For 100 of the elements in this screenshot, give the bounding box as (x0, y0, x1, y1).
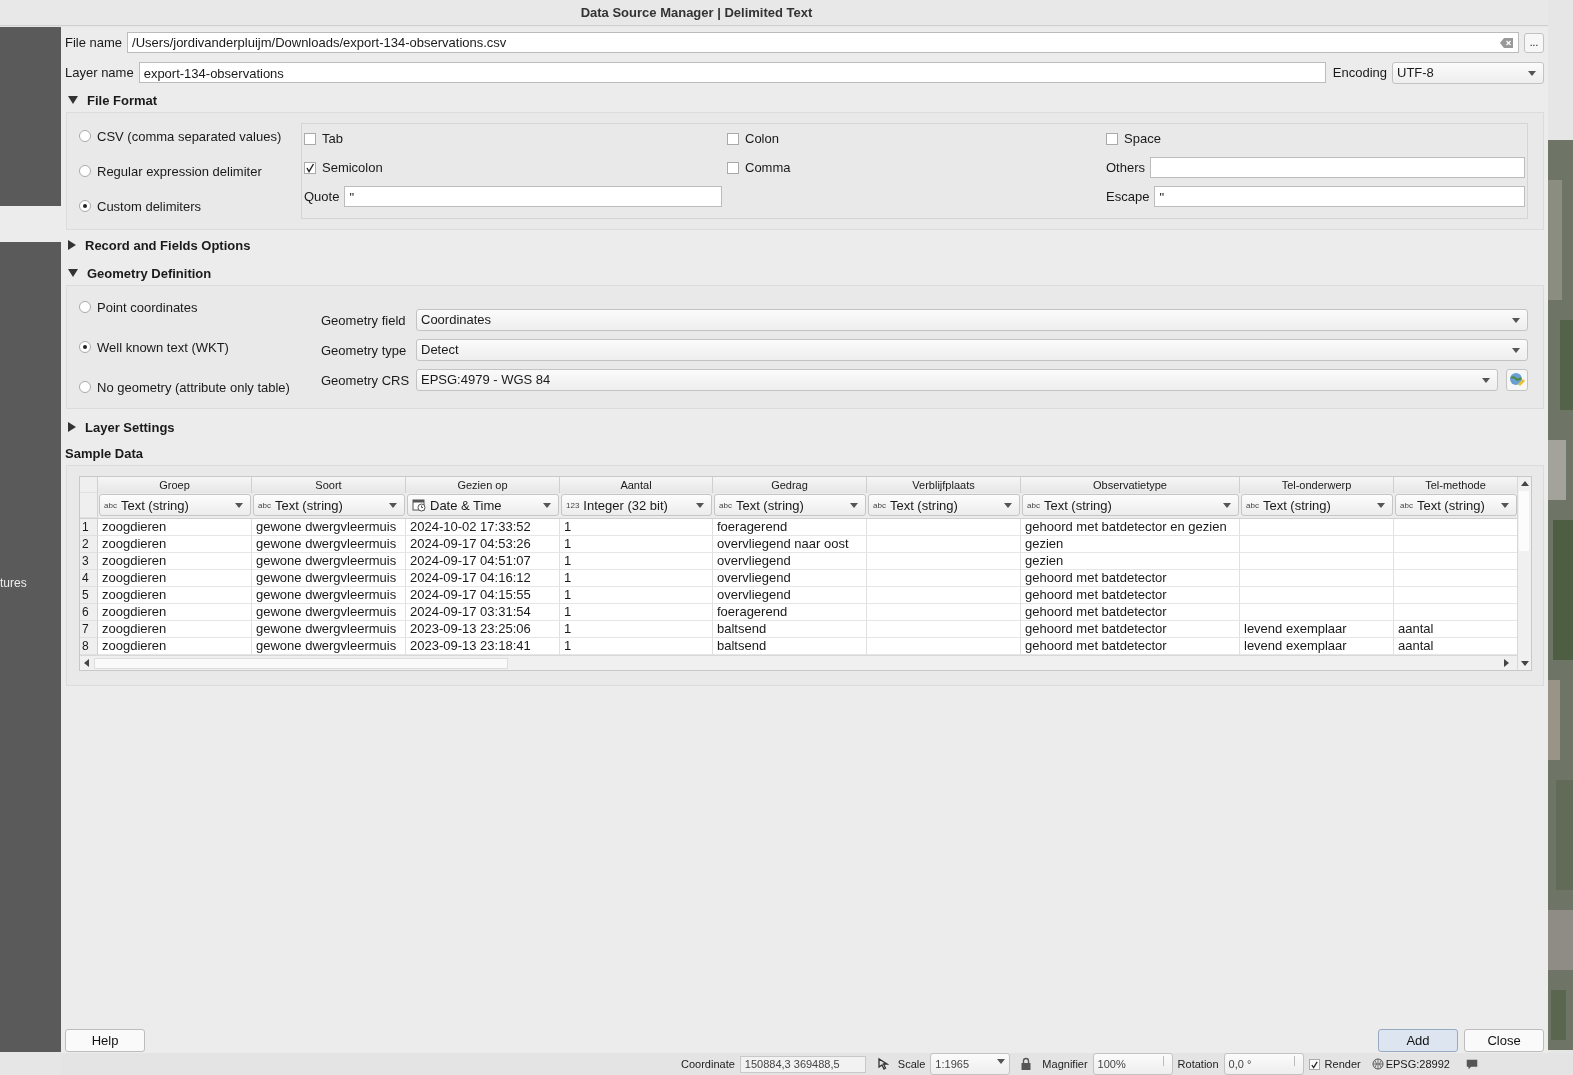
radio-button[interactable] (79, 130, 91, 142)
checkbox[interactable] (727, 132, 739, 145)
layer-settings-header[interactable]: Layer Settings (68, 418, 1544, 436)
scrollbar-thumb[interactable] (1519, 491, 1529, 551)
scroll-left-icon[interactable] (84, 659, 89, 667)
record-fields-header[interactable]: Record and Fields Options (68, 236, 1544, 254)
quote-field[interactable]: " (344, 186, 722, 207)
field-type-dropdown[interactable]: abc Text (string) (99, 494, 251, 516)
table-cell: 1 (560, 553, 713, 570)
field-type-dropdown[interactable]: abc Text (string) (868, 494, 1020, 516)
column-header[interactable]: Groep (98, 477, 252, 493)
table-cell: overvliegend (713, 553, 867, 570)
table-cell: levend exemplaar (1240, 621, 1394, 638)
type-icon: abc (1027, 500, 1040, 510)
column-header[interactable]: Gezien op (406, 477, 560, 493)
checkbox[interactable] (1106, 132, 1118, 145)
field-type-dropdown[interactable]: abc Text (string) (1241, 494, 1393, 516)
type-icon: abc (873, 500, 886, 510)
column-header[interactable]: Verblijfplaats (867, 477, 1021, 493)
help-button[interactable]: Help (65, 1028, 145, 1052)
type-icon: abc (258, 500, 271, 510)
encoding-dropdown[interactable]: UTF-8 (1392, 61, 1544, 84)
radio-button[interactable] (79, 381, 91, 393)
checkbox-label[interactable]: Comma (745, 160, 791, 175)
field-type-dropdown[interactable]: 123 Integer (32 bit) (561, 494, 712, 516)
radio-label[interactable]: No geometry (attribute only table) (97, 379, 290, 395)
geometry-field-dropdown[interactable]: Coordinates (416, 309, 1528, 331)
render-checkbox[interactable] (1308, 1058, 1320, 1070)
row-number: 6 (80, 604, 98, 621)
table-cell: gewone dwergvleermuis (252, 621, 406, 638)
coordinate-field[interactable]: 150884,3 369488,5 (739, 1055, 866, 1073)
checkbox-label[interactable]: Space (1124, 131, 1161, 146)
column-header[interactable]: Observatietype (1021, 477, 1240, 493)
scroll-right-icon[interactable] (1504, 659, 1509, 667)
column-header[interactable]: Gedrag (713, 477, 867, 493)
type-icon: abc (1400, 500, 1413, 510)
radio-button[interactable] (79, 165, 91, 177)
column-header[interactable]: Aantal (560, 477, 713, 493)
field-type-dropdown[interactable]: abc Text (string) (1395, 494, 1517, 516)
scale-field[interactable]: 1:1965 (930, 1053, 1011, 1075)
browse-button[interactable]: ... (1524, 32, 1544, 53)
table-cell: 2024-09-17 04:15:55 (406, 587, 560, 604)
field-type-dropdown[interactable]: abc Text (string) (714, 494, 866, 516)
coordinate-label: Coordinate (681, 1058, 735, 1070)
vertical-scrollbar[interactable] (1517, 477, 1531, 670)
layer-name-field[interactable]: export-134-observations (138, 62, 1326, 83)
geometry-type-dropdown[interactable]: Detect (416, 339, 1528, 361)
scroll-down-icon[interactable] (1520, 661, 1529, 666)
radio-button[interactable] (79, 200, 91, 212)
dialog-button[interactable]: Add (1378, 1028, 1458, 1052)
table-cell: gewone dwergvleermuis (252, 536, 406, 553)
radio-button[interactable] (79, 341, 91, 353)
row-number: 1 (80, 519, 98, 536)
scrollbar-thumb[interactable] (94, 658, 508, 669)
column-header[interactable]: Soort (252, 477, 406, 493)
checkbox[interactable] (304, 132, 316, 145)
window-title: Data Source Manager | Delimited Text (580, 5, 813, 20)
field-type-dropdown[interactable]: Date & Time (407, 494, 559, 516)
type-icon: abc (1246, 500, 1259, 510)
crs-button[interactable]: EPSG:28992 (1371, 1058, 1450, 1070)
magnifier-field[interactable]: 100% (1092, 1053, 1173, 1075)
file-format-header[interactable]: File Format (68, 91, 1544, 109)
radio-label[interactable]: Well known text (WKT) (97, 339, 229, 355)
column-header[interactable]: Tel-onderwerp (1240, 477, 1394, 493)
table-cell: 2023-09-13 23:25:06 (406, 621, 560, 638)
checkbox-label[interactable]: Colon (745, 131, 779, 146)
checkbox-label[interactable]: Semicolon (322, 160, 383, 175)
file-name-label: File name (65, 35, 123, 50)
radio-label[interactable]: Custom delimiters (97, 198, 202, 214)
table-cell: gehoord met batdetector en gezien (1021, 519, 1240, 536)
rotation-field[interactable]: 0,0 ° (1223, 1053, 1304, 1075)
field-type-dropdown[interactable]: abc Text (string) (1022, 494, 1239, 516)
crs-selector-button[interactable] (1506, 369, 1528, 391)
geometry-field-label: Geometry field (321, 312, 407, 328)
column-header[interactable]: Tel-methode (1394, 477, 1517, 493)
magnifier-label: Magnifier (1042, 1058, 1088, 1070)
escape-field[interactable]: " (1154, 186, 1525, 207)
checkbox-label[interactable]: Tab (322, 131, 343, 146)
table-cell: gezien (1021, 536, 1240, 553)
table-cell: overvliegend (713, 570, 867, 587)
message-icon[interactable] (1464, 1057, 1479, 1071)
radio-label[interactable]: Point coordinates (97, 299, 198, 315)
lock-icon[interactable] (1019, 1057, 1034, 1071)
file-name-field[interactable]: /Users/jordivanderpluijm/Downloads/export-134-observations.csv (127, 32, 1519, 53)
dialog-button[interactable]: Close (1464, 1028, 1544, 1052)
radio-label[interactable]: Regular expression delimiter (97, 163, 262, 179)
others-field[interactable] (1150, 157, 1525, 178)
radio-button[interactable] (79, 301, 91, 313)
horizontal-scrollbar[interactable] (80, 655, 1517, 670)
geometry-crs-dropdown[interactable]: EPSG:4979 - WGS 84 (416, 369, 1498, 391)
row-number: 3 (80, 553, 98, 570)
checkbox[interactable] (304, 161, 316, 174)
checkbox[interactable] (727, 161, 739, 174)
clear-icon[interactable] (1500, 37, 1514, 48)
table-cell: gehoord met batdetector (1021, 587, 1240, 604)
geometry-definition-header[interactable]: Geometry Definition (68, 264, 1544, 282)
scroll-up-icon[interactable] (1520, 481, 1529, 486)
escape-label: Escape (1106, 189, 1150, 204)
radio-label[interactable]: CSV (comma separated values) (97, 128, 282, 144)
field-type-dropdown[interactable]: abc Text (string) (253, 494, 405, 516)
